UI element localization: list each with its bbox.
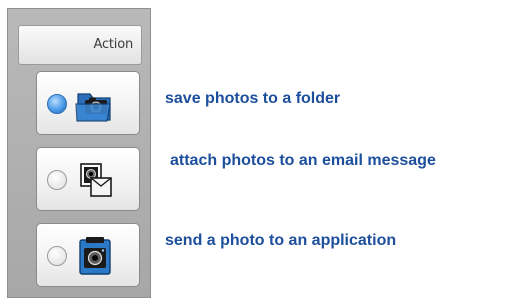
action-panel-title: Action — [93, 37, 133, 52]
action-chooser: Action save photos to a folder attach ph… — [0, 0, 526, 301]
email-photo-icon — [80, 163, 112, 197]
attach-to-email-button[interactable] — [36, 147, 140, 211]
send-to-application-button[interactable] — [36, 223, 140, 287]
send-to-application-radio[interactable] — [47, 246, 67, 266]
folder-camera-icon — [75, 93, 111, 122]
attach-to-email-radio[interactable] — [47, 170, 67, 190]
attach-to-email-caption: attach photos to an email message — [170, 152, 436, 169]
action-panel-header: Action — [18, 25, 142, 65]
save-to-folder-button[interactable] — [36, 71, 140, 135]
send-to-application-caption: send a photo to an application — [165, 232, 397, 249]
save-to-folder-caption: save photos to a folder — [165, 90, 341, 107]
save-to-folder-radio[interactable] — [47, 94, 67, 114]
action-panel: Action — [7, 8, 151, 298]
camera-app-icon — [79, 237, 111, 275]
